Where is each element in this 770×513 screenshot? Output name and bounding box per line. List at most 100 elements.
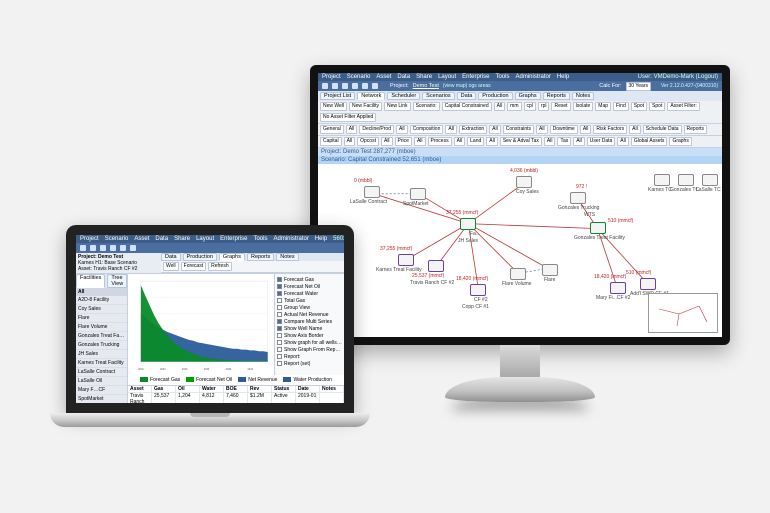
menu-data[interactable]: Data [397, 74, 410, 80]
open-icon[interactable] [332, 83, 338, 89]
tree-item[interactable]: Karnes Treat Facility [76, 359, 127, 368]
chart-option[interactable]: Total Gas [277, 298, 342, 304]
menu-asset[interactable]: Asset [376, 74, 391, 80]
tree-item[interactable]: A2D-8 Facility [76, 296, 127, 305]
menu-project[interactable]: Project [80, 236, 99, 242]
toolbar-btn[interactable]: Map [595, 102, 611, 111]
toolbar-btn[interactable]: All [346, 125, 358, 134]
chart-option[interactable]: Group View [277, 305, 342, 311]
open-icon[interactable] [90, 245, 96, 251]
toolbar-btn[interactable]: Risk Factors [593, 125, 627, 134]
menu-tools[interactable]: Tools [253, 236, 267, 242]
node-travis[interactable] [428, 260, 444, 272]
toolbar-btn[interactable]: Forecast [181, 262, 206, 271]
toolbar-btn[interactable]: All [629, 125, 641, 134]
side-tab[interactable]: Tree View [107, 274, 127, 288]
chart-option[interactable]: Show graph for all wells in Group — show… [277, 340, 342, 346]
toolbar-btn[interactable]: Land [467, 137, 484, 146]
toolbar-btn[interactable]: Capital Constrained [442, 102, 492, 111]
chart-option[interactable]: Show Axis Border [277, 333, 342, 339]
toolbar-btn[interactable]: All [494, 102, 506, 111]
home-icon[interactable] [322, 83, 328, 89]
chart-option[interactable]: Show Graph From Report Data [277, 347, 342, 353]
toolbar-btn[interactable]: Price [395, 137, 412, 146]
node-gonztruck[interactable] [570, 192, 586, 204]
refresh-icon[interactable] [362, 83, 368, 89]
menu-tools[interactable]: Tools [495, 74, 509, 80]
toolbar-btn[interactable]: New Facility [349, 102, 382, 111]
toolbar-btn[interactable]: Decline/Prod [359, 125, 394, 134]
tab-scenarios[interactable]: Scenarios [422, 92, 454, 100]
node-karnes[interactable] [398, 254, 414, 266]
asset-tree[interactable]: FacilitiesTree View All A2D-8 FacilityCo… [76, 274, 128, 403]
toolbar-btn[interactable]: Constraints [503, 125, 534, 134]
tab-reports[interactable]: Reports [543, 92, 570, 100]
main-tab[interactable]: Notes [276, 253, 298, 261]
tree-item[interactable]: Gonzales Treat Facility [76, 332, 127, 341]
toolbar-btn[interactable]: Reports [684, 125, 708, 134]
toolbar-btn[interactable]: All [381, 137, 393, 146]
menu-administrator[interactable]: Administrator [515, 74, 550, 80]
toolbar-btn[interactable]: New Link [384, 102, 411, 111]
save-icon[interactable] [100, 245, 106, 251]
chart-option[interactable]: Forecast Gas [277, 277, 342, 283]
node-lasalle[interactable] [364, 186, 380, 198]
menu-project[interactable]: Project [322, 74, 341, 80]
toolbar-btn[interactable]: Downtime [550, 125, 578, 134]
settings-icon[interactable] [372, 83, 378, 89]
chart-option[interactable]: Report (set) [277, 361, 342, 367]
toolbar-btn[interactable]: All [536, 125, 548, 134]
tab-project-list[interactable]: Project List [320, 92, 355, 100]
main-tab[interactable]: Data [161, 253, 181, 261]
toolbar-btn[interactable]: Opcost [357, 137, 379, 146]
production-chart[interactable]: 201920242029203420392044 [128, 274, 274, 375]
calc-years-input[interactable]: 30 Years [626, 82, 651, 91]
node-addswd[interactable] [640, 278, 656, 290]
toolbar-btn[interactable]: rpl [538, 102, 550, 111]
tree-item[interactable]: Flare Volume [76, 323, 127, 332]
tree-item[interactable]: Coy Sales [76, 305, 127, 314]
tree-item[interactable]: LaSalle Contract [76, 368, 127, 377]
tab-scheduler[interactable]: Scheduler [387, 92, 420, 100]
menu-share[interactable]: Share [174, 236, 190, 242]
menu-scenario[interactable]: Scenario [105, 236, 129, 242]
toolbar-btn[interactable]: Schedule Data [643, 125, 682, 134]
menu-help[interactable]: Help [557, 74, 569, 80]
print-icon[interactable] [110, 245, 116, 251]
main-tab[interactable]: Reports [247, 253, 274, 261]
toolbar-btn[interactable]: Spot [631, 102, 647, 111]
menu-enterprise[interactable]: Enterprise [220, 236, 247, 242]
tab-network[interactable]: Network [357, 92, 385, 100]
node-lasalletc[interactable] [702, 174, 718, 186]
toolbar-btn[interactable]: All [396, 125, 408, 134]
data-grid[interactable]: AssetGasOilWaterBOERevStatusDateNotesTra… [128, 385, 344, 403]
toolbar-btn[interactable]: All [580, 125, 592, 134]
menu-enterprise[interactable]: Enterprise [462, 74, 489, 80]
node-gonztc[interactable] [678, 174, 694, 186]
toolbar-btn[interactable]: Tax [557, 137, 571, 146]
toolbar-btn[interactable]: Find [613, 102, 629, 111]
toolbar-btn[interactable]: New Well [320, 102, 347, 111]
toolbar-btn[interactable]: Composition [410, 125, 444, 134]
menu-help[interactable]: Help [315, 236, 327, 242]
tree-item[interactable]: Gonzales Trucking [76, 341, 127, 350]
main-tab[interactable]: Production [183, 253, 217, 261]
toolbar-btn[interactable]: Well [163, 262, 179, 271]
tab-notes[interactable]: Notes [572, 92, 594, 100]
toolbar-btn[interactable]: Process [428, 137, 452, 146]
print-icon[interactable] [352, 83, 358, 89]
laptop-user-info[interactable]: 560x/Mark Logout [333, 236, 344, 242]
chart-option[interactable]: Forecast Water [277, 291, 342, 297]
menu-scenario[interactable]: Scenario [347, 74, 371, 80]
toolbar-btn[interactable]: Capital [320, 137, 342, 146]
tree-item[interactable]: JH Sales [76, 350, 127, 359]
side-tab[interactable]: Facilities [76, 274, 105, 288]
toolbar-btn[interactable]: All [344, 137, 356, 146]
tree-item[interactable]: Mary F…CF [76, 386, 127, 395]
node-mary[interactable] [610, 282, 626, 294]
toolbar-btn[interactable]: All [573, 137, 585, 146]
project-link[interactable]: Demo Test [413, 83, 439, 89]
node-spotmarket[interactable] [410, 188, 426, 200]
node-karnestc[interactable] [654, 174, 670, 186]
main-tab[interactable]: Graphs [219, 253, 245, 261]
